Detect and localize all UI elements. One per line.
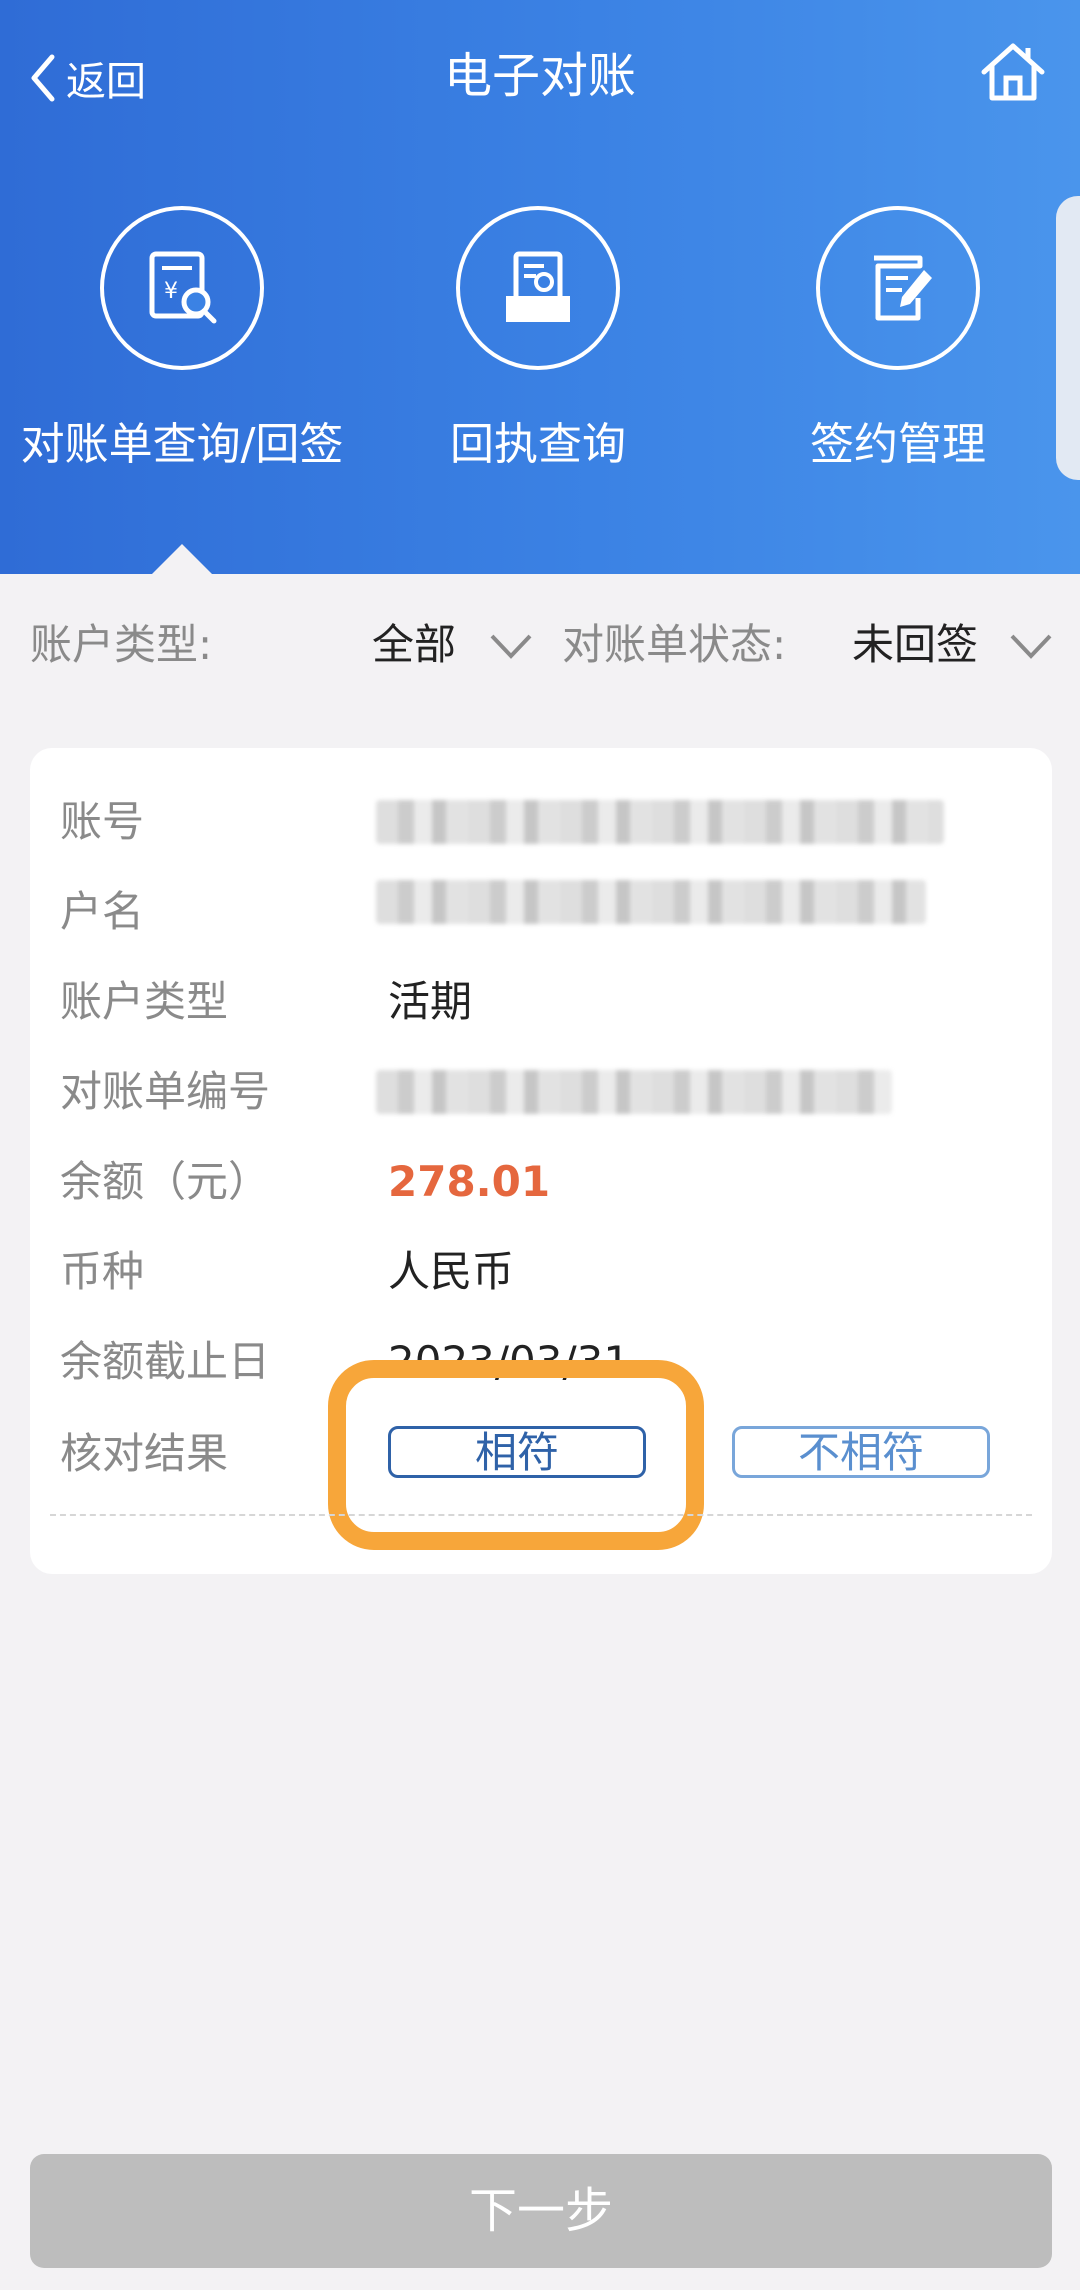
page-title: 电子对账 xyxy=(443,48,636,104)
match-button[interactable]: 相符 xyxy=(388,1426,646,1478)
statement-card: 账号 户名 账户类型 活期 对账单编号 余额（元） 278.01 币种 人民币 … xyxy=(30,748,1052,1574)
account-number-redacted xyxy=(376,800,944,844)
nav-item-statement[interactable]: ¥ 对账单查询/回签 xyxy=(2,206,362,472)
svg-text:¥: ¥ xyxy=(164,279,178,304)
check-result-label: 核对结果 xyxy=(60,1429,229,1478)
chevron-down-icon[interactable] xyxy=(488,626,534,666)
account-name-redacted xyxy=(376,880,926,924)
receipt-search-icon xyxy=(506,251,570,322)
balance-label: 余额（元） xyxy=(60,1157,271,1206)
currency-value: 人民币 xyxy=(388,1247,515,1296)
mismatch-button[interactable]: 不相符 xyxy=(732,1426,990,1478)
account-type-label: 账户类型: xyxy=(30,620,213,669)
filter-bar: 账户类型: 全部 对账单状态: 未回签 xyxy=(0,610,1080,680)
account-type-dropdown[interactable]: 全部 xyxy=(372,610,456,680)
nav-item-receipt[interactable]: 回执查询 xyxy=(358,206,718,472)
statement-number-redacted xyxy=(376,1070,892,1114)
contract-edit-icon xyxy=(874,255,932,321)
header: 返回 电子对账 ¥ 对账单查询/回签 回执查询 签约管理 xyxy=(0,0,1080,574)
balance-value: 278.01 xyxy=(388,1157,551,1206)
nav-label: 签约管理 xyxy=(810,419,986,470)
nav-circle: ¥ xyxy=(100,206,264,370)
account-number-label: 账号 xyxy=(60,797,145,846)
nav-item-contract[interactable]: 签约管理 xyxy=(718,206,1078,472)
nav-label: 回执查询 xyxy=(450,419,626,470)
selected-tab-pointer xyxy=(152,544,212,574)
account-name-label: 户名 xyxy=(60,887,145,936)
statement-search-icon: ¥ xyxy=(149,251,217,324)
home-icon[interactable] xyxy=(978,40,1048,104)
account-type-row-label: 账户类型 xyxy=(60,977,229,1026)
account-type-value: 活期 xyxy=(388,977,473,1026)
divider xyxy=(50,1514,1032,1516)
statement-status-dropdown[interactable]: 未回签 xyxy=(852,610,978,680)
statement-status-label: 对账单状态: xyxy=(562,620,787,669)
next-step-button[interactable]: 下一步 xyxy=(30,2154,1052,2268)
nav-circle xyxy=(816,206,980,370)
balance-date-label: 余额截止日 xyxy=(60,1337,271,1386)
nav-circle xyxy=(456,206,620,370)
nav-label: 对账单查询/回签 xyxy=(20,419,344,470)
chevron-down-icon[interactable] xyxy=(1008,626,1054,666)
statement-number-label: 对账单编号 xyxy=(60,1067,271,1116)
currency-label: 币种 xyxy=(60,1247,145,1296)
